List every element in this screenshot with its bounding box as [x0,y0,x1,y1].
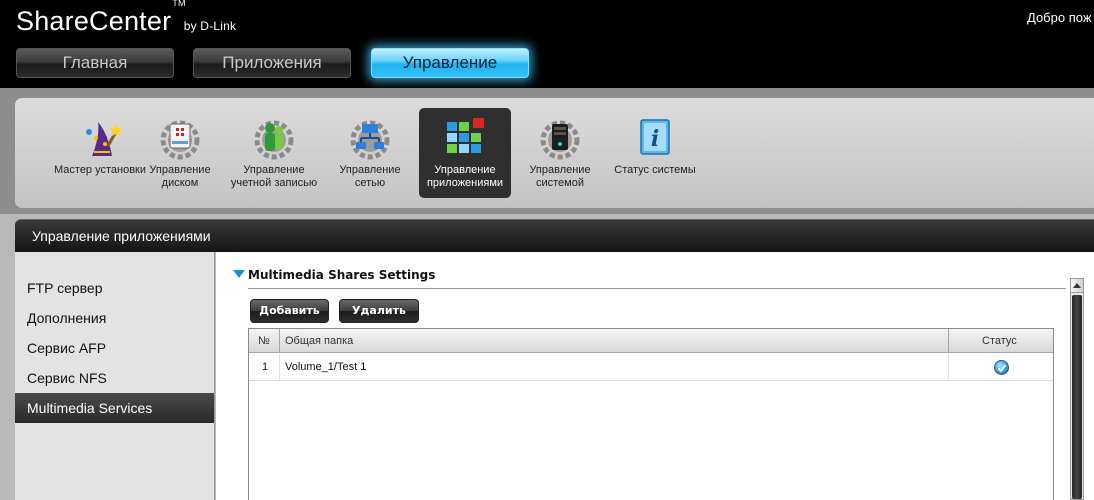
sidebar-item-addons[interactable]: Дополнения [15,303,214,333]
brand-by: by D-Link [183,19,237,33]
wizard-icon [86,122,122,156]
multimedia-shares-heading[interactable]: Multimedia Shares Settings [233,268,435,282]
brand-name: ShareCenter [16,6,172,36]
cell-divider [279,354,280,381]
welcome-text: Добро пож [1027,10,1092,25]
tool-label: Управление системой [529,164,591,189]
heading-text: Multimedia Shares Settings [248,268,436,282]
row-folder: Volume_1/Test 1 [285,361,367,373]
shares-table: № Общая папка Статус 1 Volume_1/Test 1 [248,328,1054,500]
tool-label: Управление диском [149,164,211,189]
sidebar-item-ftp[interactable]: FTP сервер [15,273,214,303]
tool-label: Управление учетной записью [230,164,318,189]
network-icon [350,120,390,160]
tool-applications-management[interactable]: Управление приложениями [419,108,511,198]
cell-divider [948,354,949,381]
tool-label: Мастер установки [54,164,147,176]
brand-logo: ShareCenterTM by D-Link [16,0,237,37]
tool-label: Статус системы [614,164,696,176]
column-divider[interactable] [948,329,949,353]
add-button[interactable]: Добавить [250,299,329,323]
table-row[interactable]: 1 Volume_1/Test 1 [249,354,1053,381]
collapse-triangle-icon[interactable] [233,270,245,278]
column-header-status[interactable]: Статус [982,329,1017,353]
tool-disk-management[interactable]: Управление диском [134,108,226,198]
main-content: Multimedia Shares Settings Добавить Удал… [216,252,1094,500]
table-header: № Общая папка Статус [249,329,1053,353]
management-toolbar: Мастер установки Управление диском Управ… [15,98,1094,208]
tool-label: Управление сетью [339,164,401,189]
sidebar-item-afp[interactable]: Сервис AFP [15,333,214,363]
nav-applications-button[interactable]: Приложения [193,48,351,78]
column-header-number[interactable]: № [258,329,270,353]
sidebar: FTP сервер Дополнения Сервис AFP Сервис … [15,252,215,500]
delete-button[interactable]: Удалить [339,299,419,323]
svg-text:i: i [651,126,659,152]
section-header: Управление приложениями [15,219,1094,252]
scroll-up-arrow-icon[interactable] [1071,279,1083,293]
top-header: ShareCenterTM by D-Link Добро пож Главная… [0,0,1094,88]
info-icon: i [640,119,670,155]
tool-system-management[interactable]: Управление системой [514,108,606,198]
scroll-thumb[interactable] [1072,295,1082,499]
brand-tm: TM [172,0,186,8]
column-divider[interactable] [279,329,280,353]
vertical-scrollbar[interactable] [1070,278,1084,500]
account-icon [254,120,294,160]
sidebar-item-multimedia[interactable]: Multimedia Services [15,393,214,423]
heading-divider [248,288,1066,289]
tool-account-management[interactable]: Управление учетной записью [228,108,320,198]
sidebar-item-nfs[interactable]: Сервис NFS [15,363,214,393]
section-title: Управление приложениями [32,228,211,244]
tool-network-management[interactable]: Управление сетью [324,108,416,198]
applications-icon [447,118,484,153]
disk-icon [160,120,200,160]
status-check-icon [994,360,1009,375]
tool-label: Управление приложениями [426,164,504,189]
system-icon [540,120,580,160]
tool-setup-wizard[interactable]: Мастер установки [54,108,146,198]
nav-home-button[interactable]: Главная [16,48,174,78]
tool-system-status[interactable]: i Статус системы [609,108,701,198]
nav-management-button[interactable]: Управление [371,48,529,78]
column-header-folder[interactable]: Общая папка [285,329,353,353]
toolbar-area: Мастер установки Управление диском Управ… [0,88,1094,214]
row-number: 1 [262,361,269,373]
